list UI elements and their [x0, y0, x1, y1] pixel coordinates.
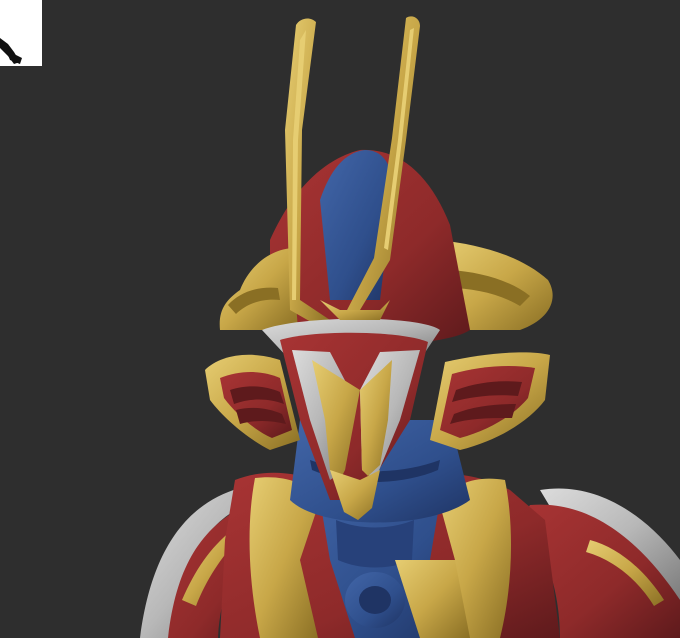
right-cheek-guard [430, 352, 550, 450]
3d-viewport[interactable] [0, 0, 680, 638]
left-cheek-guard [205, 354, 300, 450]
sculpt-model [140, 16, 680, 638]
